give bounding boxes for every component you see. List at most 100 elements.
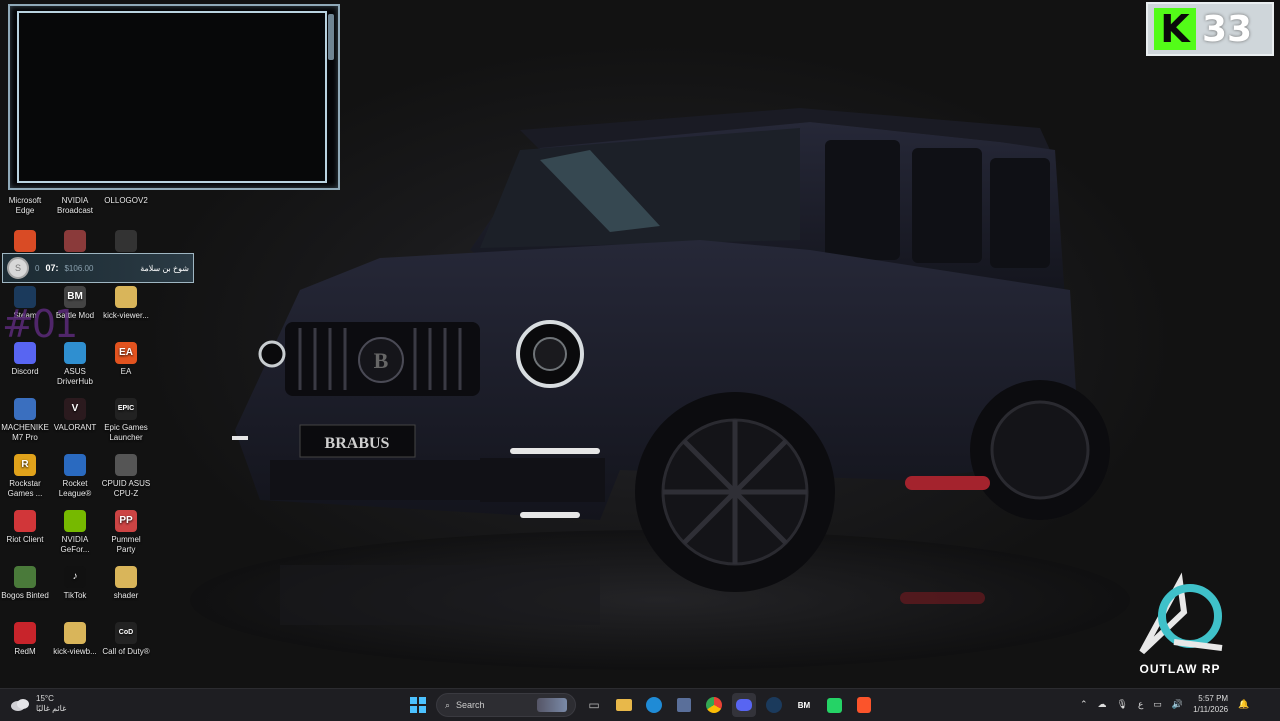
show-hidden-icons-chevron-icon[interactable]: ⌃ [1080,699,1088,710]
rocket-league-icon [64,454,86,476]
discord-icon[interactable] [732,693,756,717]
folder-icon [64,622,86,644]
weather-widget[interactable]: 15°C غائم غالبًا [10,694,66,714]
chrome-icon[interactable] [702,693,726,717]
start-button[interactable] [406,693,430,717]
call-of-duty-icon: CoD [115,622,137,644]
desktop-icon-label: Pummel Party [111,535,141,554]
desktop-icon-label: EA [120,367,132,376]
outlaw-rp-emblem-icon [1139,572,1223,655]
desktop-icon[interactable]: kick-viewb... [50,622,100,657]
kick-logo-icon: K [1154,8,1196,50]
steam-icon[interactable] [762,693,786,717]
desktop-icon[interactable]: NVIDIA Broadcast [50,196,100,216]
notification-prefix: 0 [35,263,40,273]
app-icon [64,230,86,252]
icon-glyph: EA [119,347,133,358]
battle-mod-icon[interactable]: BM [792,693,816,717]
desktop-icon-label: shader [113,591,139,600]
valorant-icon: V [64,398,86,420]
riot-client-icon [14,510,36,532]
desktop-icon[interactable]: OLLOGOV2 [101,196,151,206]
desktop-icon[interactable]: RedM [0,622,50,657]
cpuz-icon [115,454,137,476]
svg-text:BRABUS: BRABUS [325,435,390,452]
windows-start-icon [410,697,426,713]
desktop-icon[interactable]: MACHENIKE M7 Pro [0,398,50,443]
task-view-icon[interactable]: ▭ [582,693,606,717]
bogos-binted-icon [14,566,36,588]
desktop-icon[interactable]: R Rockstar Games ... [0,454,50,499]
edge-icon[interactable] [642,693,666,717]
desktop-icon-label: VALORANT [53,423,97,432]
clock-time: 5:57 PM [1198,694,1229,703]
overlay-scrollbar [328,14,334,60]
tiktok-icon: ♪ [64,566,86,588]
icon-glyph: BM [67,291,83,302]
kick-viewer-count: 33 [1202,8,1253,50]
ea-icon: EA [115,342,137,364]
weather-temp: 15°C [36,694,54,703]
desktop-icon-label: Microsoft Edge [8,196,42,215]
desktop-icon[interactable]: V VALORANT [50,398,100,433]
microphone-icon[interactable]: 🎙 [1117,699,1128,710]
whatsapp-icon[interactable] [822,693,846,717]
desktop-icon-label: CPUID ASUS CPU-Z [101,479,151,498]
desktop-icon[interactable]: Microsoft Edge [0,196,50,216]
desktop-icon[interactable] [101,230,151,255]
svg-text:B: B [374,348,389,373]
desktop-icon-label: ASUS DriverHub [56,367,93,386]
outlaw-rp-logo: OUTLAW RP [1122,572,1238,682]
desktop-icon[interactable]: shader [101,566,151,601]
icon-glyph: R [21,459,29,470]
network-icon[interactable]: ▭ [1153,699,1162,710]
redm-icon [14,622,36,644]
desktop-icon-label: Rockstar Games ... [7,479,43,498]
icon-glyph: CoD [118,629,134,636]
input-language[interactable]: ع [1138,699,1143,710]
desktop-icon[interactable] [50,230,100,255]
desktop-icon[interactable]: CPUID ASUS CPU-Z [101,454,151,499]
desktop-icon[interactable]: ♪ TikTok [50,566,100,601]
desktop-icon[interactable]: EA EA [101,342,151,377]
clock-date: 1/11/2026 [1193,705,1229,714]
desktop-icon[interactable]: NVIDIA GeFor... [50,510,100,555]
rockstar-icon: R [14,454,36,476]
store-icon[interactable] [672,693,696,717]
outlaw-rp-title: OUTLAW RP [1139,662,1221,676]
desktop-icon[interactable]: kick-viewer... [101,286,151,321]
desktop-icon-label: Epic Games Launcher [104,423,148,442]
taskbar-search[interactable]: ⌕ Search [436,693,576,717]
desktop-icon[interactable]: CoD Call of Duty® [101,622,151,657]
epic-games-icon: EPIC [115,398,137,420]
avatar: S [7,257,29,279]
desktop-icon-label: Discord [11,367,39,376]
onedrive-icon[interactable]: ☁ [1098,699,1107,710]
desktop-icon-label: TikTok [63,591,87,600]
notification-time: 07: [45,263,59,273]
desktop-icon[interactable]: Rocket League® [50,454,100,499]
desktop-icon[interactable]: Riot Client [0,510,50,545]
file-explorer-icon[interactable] [612,693,636,717]
desktop-icon[interactable]: EPIC Epic Games Launcher [101,398,151,443]
desktop-icon-label: OLLOGOV2 [104,196,148,205]
folder-icon [115,286,137,308]
webcam-overlay-inner [17,11,327,183]
desktop-icon-label: RedM [14,647,36,656]
folder-icon [115,566,137,588]
icon-glyph: EPIC [117,405,135,412]
desktop-icon[interactable]: PP Pummel Party [101,510,151,555]
volume-icon[interactable]: 🔊 [1172,699,1183,710]
taskbar-clock[interactable]: 5:57 PM 1/11/2026 [1193,693,1228,715]
brave-icon[interactable] [852,693,876,717]
notification-bell-icon[interactable]: 🔔 [1238,699,1249,710]
desktop-icon-label: Call of Duty® [102,647,150,656]
desktop-icon[interactable] [0,230,50,255]
desktop-icon-label: kick-viewer... [103,311,149,320]
desktop-icon[interactable]: Discord [0,342,50,377]
desktop-icon[interactable]: Bogos Binted [0,566,50,601]
nvidia-geforce-icon [64,510,86,532]
notification-price: $106.00 [64,263,94,273]
desktop-icon[interactable]: ASUS DriverHub [50,342,100,387]
icon-glyph: PP [119,515,133,526]
